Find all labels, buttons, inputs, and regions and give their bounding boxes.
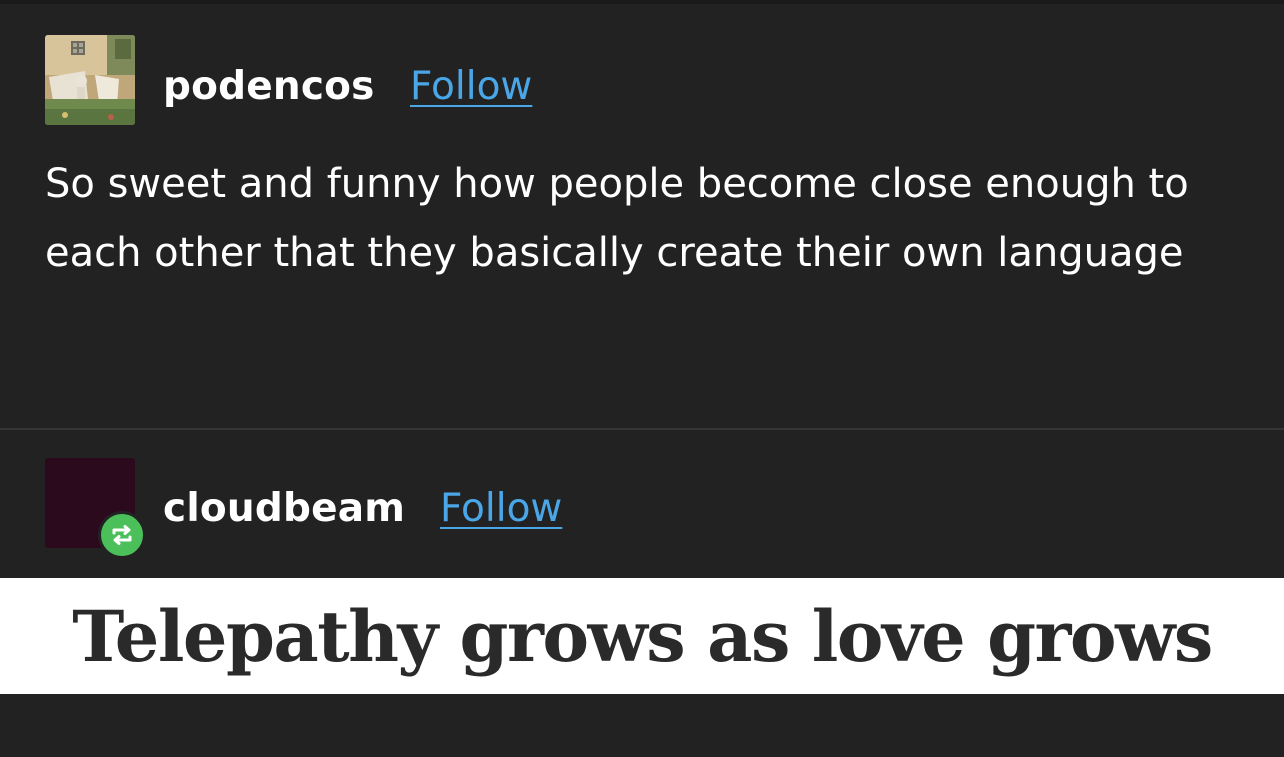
follow-button-podencos[interactable]: Follow (410, 64, 532, 109)
reblog-icon (98, 511, 146, 559)
top-border (0, 0, 1284, 4)
username-podencos[interactable]: podencos (163, 64, 375, 109)
quote-image: Telepathy grows as love grows (0, 578, 1284, 694)
post-divider (0, 428, 1284, 430)
follow-button-cloudbeam[interactable]: Follow (440, 486, 562, 531)
avatar-image (45, 35, 135, 125)
quote-headline: Telepathy grows as love grows (72, 594, 1213, 678)
reblog-arrows-icon (112, 525, 132, 545)
username-cloudbeam[interactable]: cloudbeam (163, 486, 405, 531)
avatar-podencos[interactable] (45, 35, 135, 125)
post-body-text: So sweet and funny how people become clo… (45, 161, 1189, 276)
